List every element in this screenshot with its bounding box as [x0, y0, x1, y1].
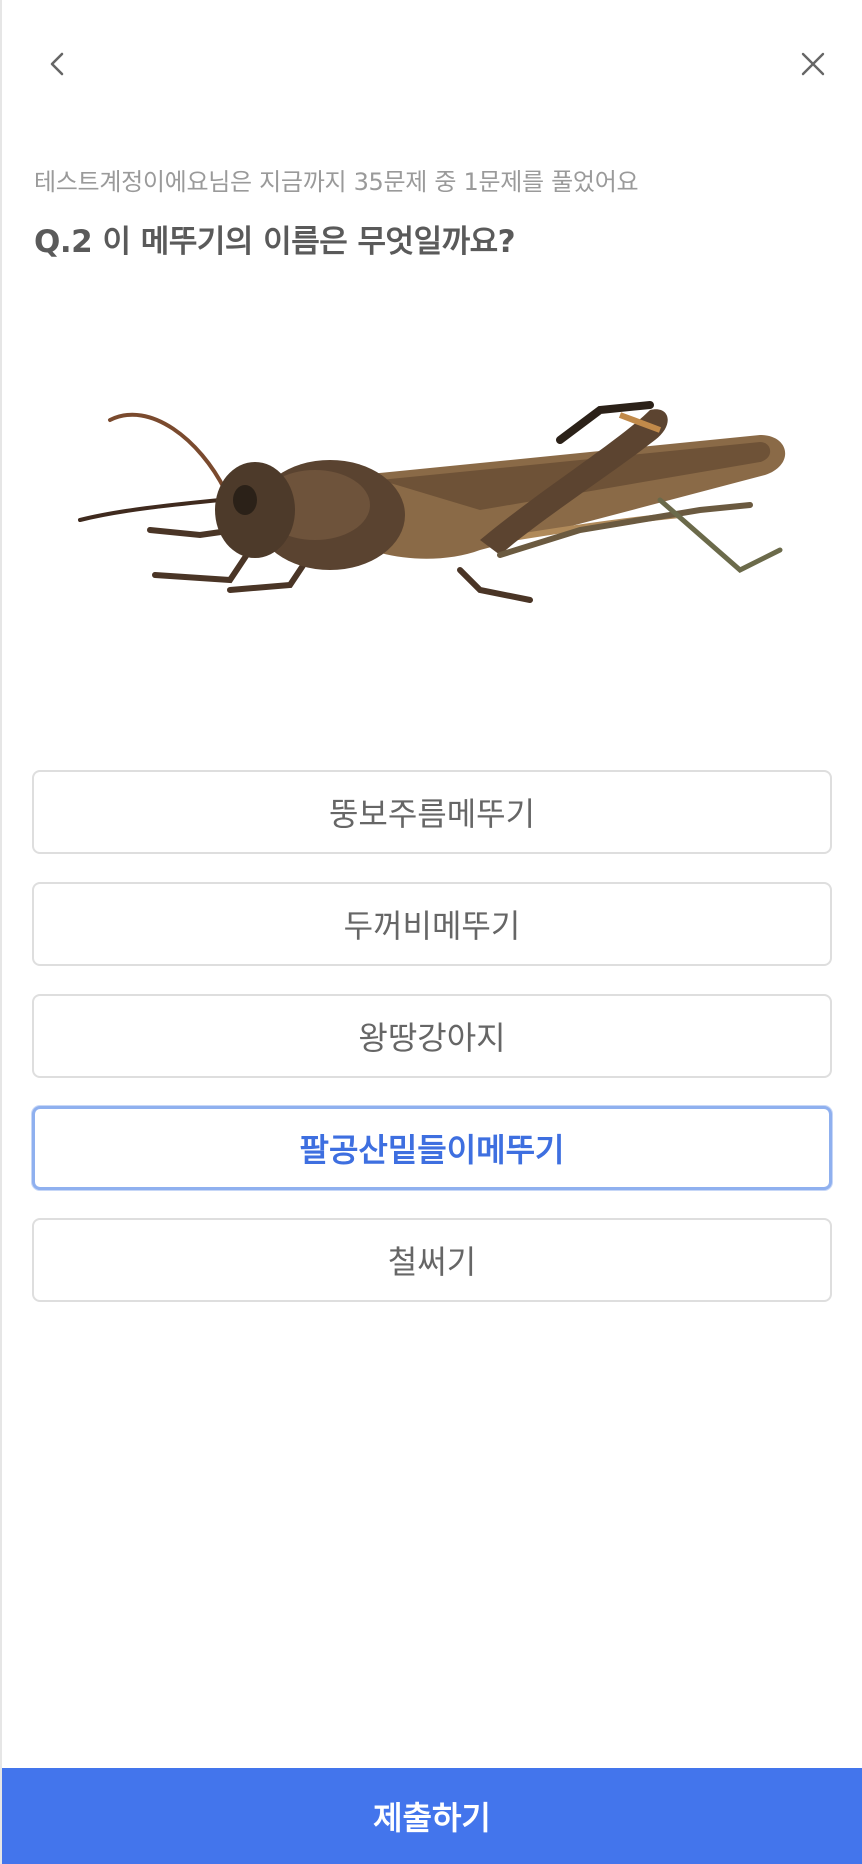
back-button[interactable] — [37, 44, 77, 84]
left-edge-divider — [0, 0, 2, 1864]
choice-option[interactable]: 뚱보주름메뚜기 — [32, 770, 832, 854]
choice-option[interactable]: 두꺼비메뚜기 — [32, 882, 832, 966]
answer-choices: 뚱보주름메뚜기 두꺼비메뚜기 왕땅강아지 팔공산밑들이메뚜기 철써기 — [32, 770, 832, 1330]
submit-button[interactable]: 제출하기 — [2, 1768, 862, 1864]
choice-option[interactable]: 철써기 — [32, 1218, 832, 1302]
choice-option[interactable]: 왕땅강아지 — [32, 994, 832, 1078]
close-icon — [801, 52, 825, 76]
chevron-left-icon — [50, 52, 64, 76]
choice-option-selected[interactable]: 팔공산밑들이메뚜기 — [32, 1106, 832, 1190]
question-title: Q.2 이 메뚜기의 이름은 무엇일까요? — [34, 224, 516, 260]
progress-text: 테스트계정이에요님은 지금까지 35문제 중 1문제를 풀었어요 — [34, 168, 639, 196]
grasshopper-image — [78, 401, 786, 603]
close-button[interactable] — [793, 44, 833, 84]
